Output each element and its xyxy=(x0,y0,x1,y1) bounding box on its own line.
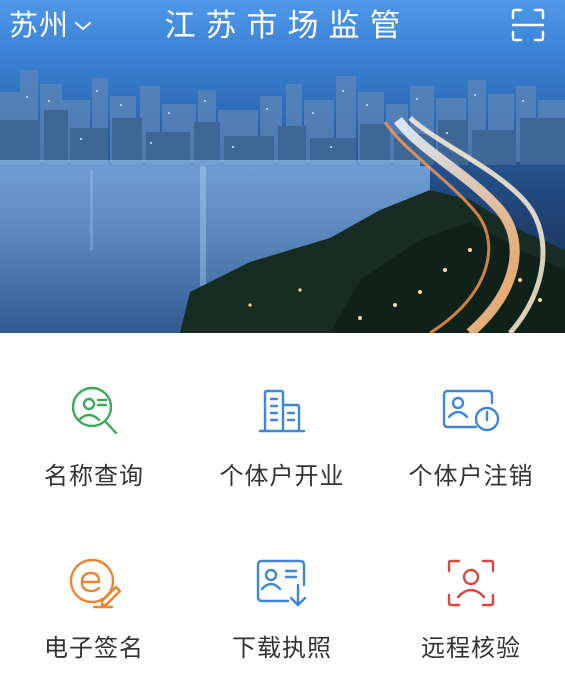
hero-banner: 苏州 江苏市场监管 xyxy=(0,0,565,333)
service-label: 个体户开业 xyxy=(219,462,345,490)
scan-icon[interactable] xyxy=(511,8,545,42)
license-download-icon xyxy=(188,555,376,611)
service-license-download[interactable]: 下载执照 xyxy=(188,505,376,662)
service-name-search[interactable]: 名称查询 xyxy=(0,333,188,490)
service-business-open[interactable]: 个体户开业 xyxy=(188,333,376,490)
chevron-down-icon xyxy=(73,19,93,33)
service-label: 名称查询 xyxy=(44,462,144,490)
service-remote-verify[interactable]: 远程核验 xyxy=(377,505,565,662)
top-bar: 苏州 江苏市场监管 xyxy=(0,0,565,54)
service-label: 下载执照 xyxy=(232,634,332,662)
e-sign-icon xyxy=(0,555,188,611)
service-grid: 名称查询 个体户开业 个体户注销 电子签名 下载执照 远程核验 xyxy=(0,333,565,686)
face-verify-icon xyxy=(377,555,565,611)
city-label: 苏州 xyxy=(9,8,70,42)
service-label: 电子签名 xyxy=(44,634,144,662)
name-search-icon xyxy=(0,383,188,439)
id-card-power-icon xyxy=(377,383,565,439)
service-e-signature[interactable]: 电子签名 xyxy=(0,505,188,662)
building-icon xyxy=(188,383,376,439)
service-label: 个体户注销 xyxy=(408,462,534,490)
service-business-cancel[interactable]: 个体户注销 xyxy=(377,333,565,490)
service-label: 远程核验 xyxy=(421,634,521,662)
city-selector[interactable]: 苏州 xyxy=(9,5,93,45)
